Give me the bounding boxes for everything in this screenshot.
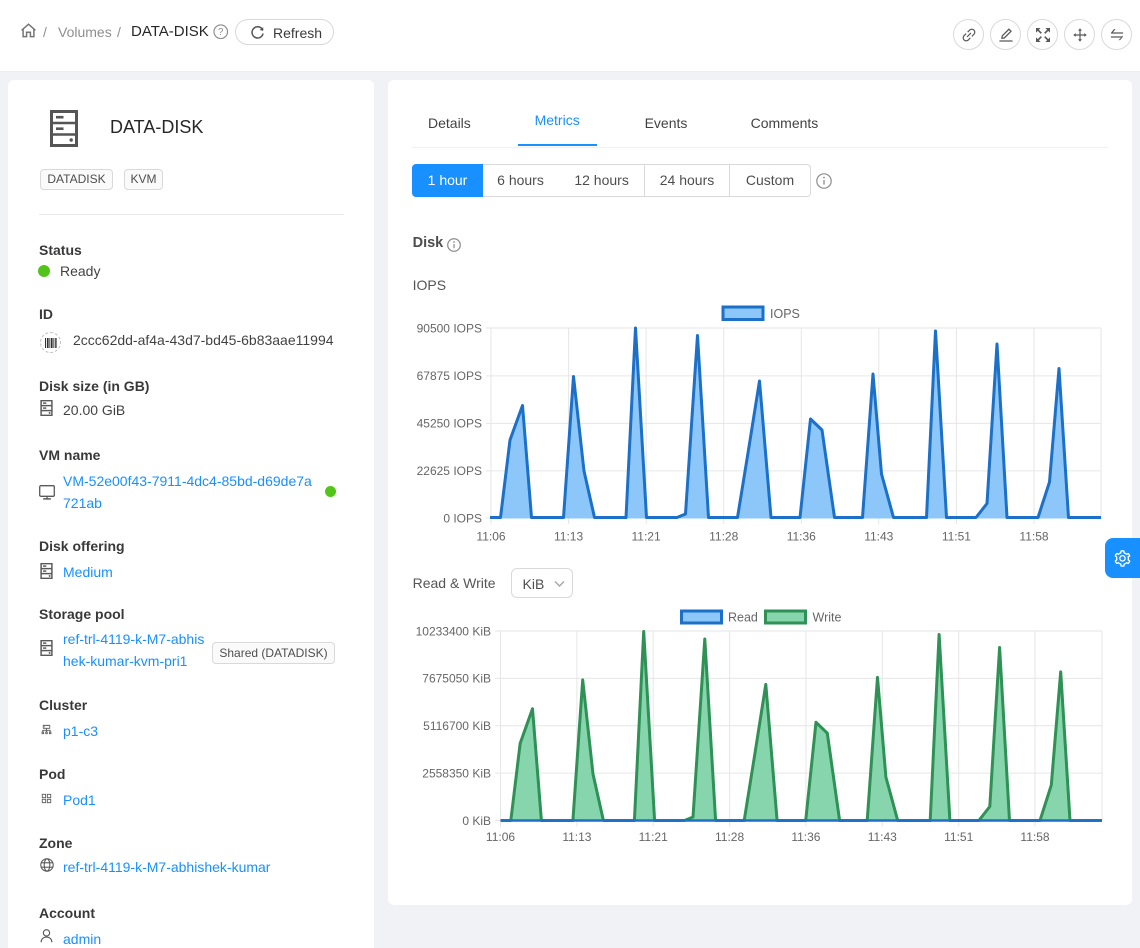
svg-text:11:13: 11:13 [554,529,583,543]
svg-text:67875 IOPS: 67875 IOPS [417,369,482,383]
svg-text:11:43: 11:43 [868,830,897,844]
svg-text:7675050 KiB: 7675050 KiB [422,672,491,686]
svg-text:11:51: 11:51 [944,830,973,844]
svg-text:10233400 KiB: 10233400 KiB [416,624,491,638]
svg-text:11:51: 11:51 [942,529,971,543]
svg-text:11:28: 11:28 [715,830,744,844]
svg-text:11:28: 11:28 [709,529,738,543]
svg-text:11:43: 11:43 [864,529,893,543]
svg-text:5116700 KiB: 5116700 KiB [423,719,491,733]
svg-text:11:21: 11:21 [632,529,661,543]
svg-text:90500 IOPS: 90500 IOPS [417,321,482,335]
svg-text:2558350 KiB: 2558350 KiB [422,766,491,780]
svg-text:Write: Write [813,611,842,625]
svg-text:11:06: 11:06 [476,529,505,543]
svg-text:11:06: 11:06 [486,830,515,844]
svg-text:Read: Read [728,611,758,625]
svg-text:11:13: 11:13 [562,830,591,844]
svg-text:11:36: 11:36 [791,830,820,844]
svg-text:11:58: 11:58 [1020,830,1049,844]
svg-text:0 KiB: 0 KiB [462,814,491,828]
svg-text:0 IOPS: 0 IOPS [443,511,482,525]
svg-text:11:36: 11:36 [787,529,816,543]
svg-text:22625 IOPS: 22625 IOPS [417,464,482,478]
svg-text:45250 IOPS: 45250 IOPS [417,417,482,431]
svg-text:11:21: 11:21 [639,830,668,844]
svg-text:IOPS: IOPS [770,307,800,321]
svg-text:?: ? [218,27,224,38]
svg-text:11:58: 11:58 [1019,529,1048,543]
